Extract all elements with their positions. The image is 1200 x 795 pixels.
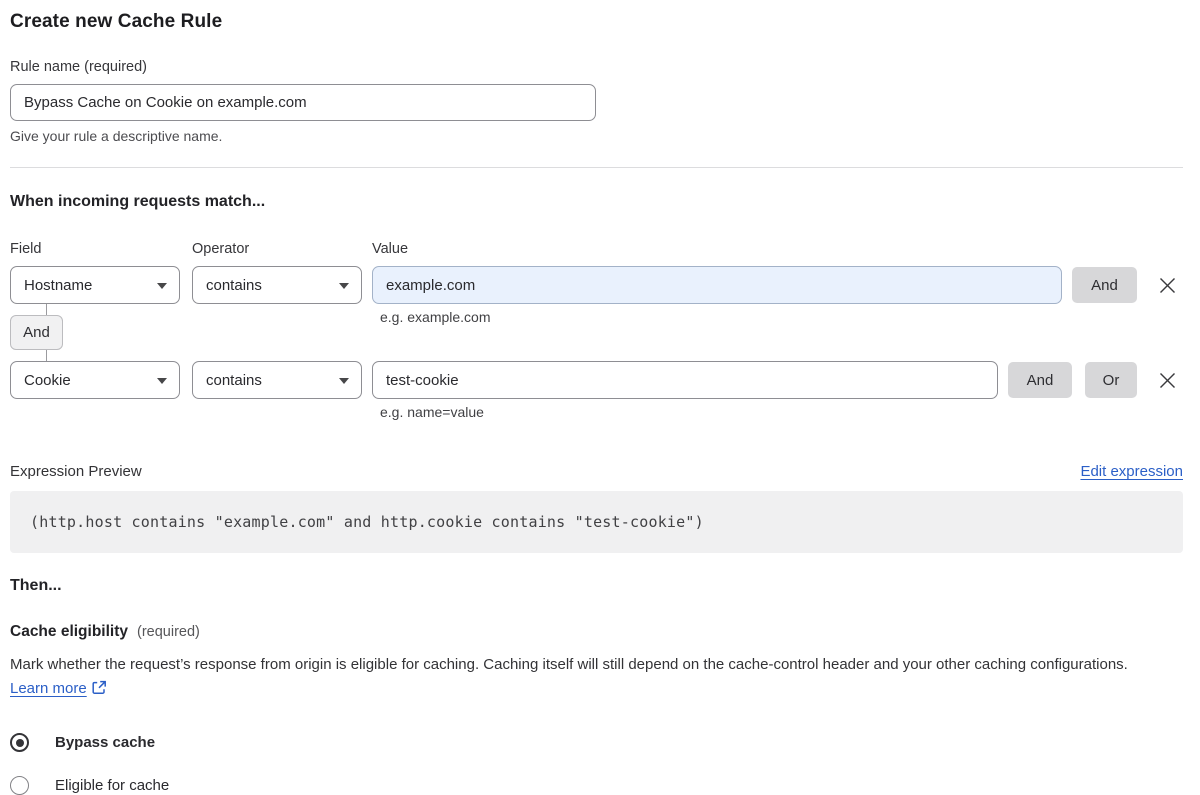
operator-select[interactable]: contains — [192, 361, 362, 399]
value-input-text: test-cookie — [386, 371, 459, 389]
cache-eligibility-description: Mark whether the request’s response from… — [10, 653, 1165, 703]
field-select[interactable]: Cookie — [10, 361, 180, 399]
field-select-value: Hostname — [24, 276, 93, 294]
condition-connector-zone: And e.g. example.com — [10, 304, 1183, 361]
rule-name-label: Rule name (required) — [10, 59, 148, 75]
remove-condition-button[interactable] — [1156, 369, 1178, 391]
expression-preview-label: Expression Preview — [10, 463, 142, 480]
add-and-condition-button[interactable]: And — [1072, 267, 1137, 303]
radio-label-1: Eligible for cache — [55, 777, 170, 794]
cache-eligibility-heading-row: Cache eligibility (required) — [10, 623, 1183, 641]
connector-line — [46, 304, 47, 315]
value-input[interactable]: test-cookie — [372, 361, 998, 399]
cache-rule-form: Create new Cache Rule Rule name (require… — [0, 0, 1200, 795]
learn-more-link[interactable]: Learn more — [10, 680, 87, 697]
value-hint: e.g. name=value — [380, 404, 484, 420]
close-icon — [1159, 277, 1175, 293]
value-column-label: Value — [372, 241, 409, 257]
chevron-down-icon — [157, 283, 167, 289]
condition-column-labels: Field Operator Value — [10, 241, 1183, 257]
match-section-heading: When incoming requests match... — [10, 193, 266, 210]
value-hint: e.g. example.com — [380, 309, 491, 325]
add-and-condition-button[interactable]: And — [1008, 362, 1072, 398]
required-tag: (required) — [137, 624, 200, 640]
add-or-condition-button[interactable]: Or — [1085, 362, 1137, 398]
rule-name-helper: Give your rule a descriptive name. — [10, 128, 223, 144]
field-select[interactable]: Hostname — [10, 266, 180, 304]
radio-label-0: Bypass cache — [55, 734, 156, 751]
chevron-down-icon — [339, 283, 349, 289]
condition-row: Cookie contains test-cookie And Or — [10, 361, 1183, 399]
chevron-down-icon — [157, 378, 167, 384]
value-input-text: example.com — [386, 276, 476, 294]
remove-condition-button[interactable] — [1156, 274, 1178, 296]
cache-eligibility-heading: Cache eligibility — [10, 623, 129, 640]
rule-name-input-value: Bypass Cache on Cookie on example.com — [24, 94, 307, 111]
page-title: Create new Cache Rule — [10, 11, 223, 32]
condition-row: Hostname contains example.com And — [10, 266, 1183, 304]
and-connector-button[interactable]: And — [10, 315, 63, 350]
expression-code-block: (http.host contains "example.com" and ht… — [10, 491, 1183, 553]
then-section-heading: Then... — [10, 577, 62, 594]
connector-line — [46, 350, 47, 361]
edit-expression-link[interactable]: Edit expression — [1080, 463, 1183, 480]
radio-1[interactable] — [10, 776, 29, 795]
operator-select-value: contains — [206, 276, 262, 294]
operator-select[interactable]: contains — [192, 266, 362, 304]
value-input[interactable]: example.com — [372, 266, 1062, 304]
rule-name-input[interactable]: Bypass Cache on Cookie on example.com — [10, 84, 596, 121]
field-select-value: Cookie — [24, 371, 71, 389]
operator-column-label: Operator — [192, 241, 250, 257]
section-divider — [10, 167, 1183, 168]
expression-code-text: (http.host contains "example.com" and ht… — [30, 513, 704, 531]
cache-eligibility-description-text: Mark whether the request’s response from… — [10, 656, 1128, 673]
radio-0[interactable] — [10, 733, 29, 752]
radio-option-bypass-cache[interactable]: Bypass cache — [10, 733, 1183, 752]
field-column-label: Field — [10, 241, 42, 257]
external-link-icon — [92, 679, 107, 703]
operator-select-value: contains — [206, 371, 262, 389]
radio-option-eligible-for-cache[interactable]: Eligible for cache — [10, 776, 1183, 795]
close-icon — [1159, 372, 1175, 388]
chevron-down-icon — [339, 378, 349, 384]
expression-preview-header: Expression Preview Edit expression — [10, 463, 1183, 480]
